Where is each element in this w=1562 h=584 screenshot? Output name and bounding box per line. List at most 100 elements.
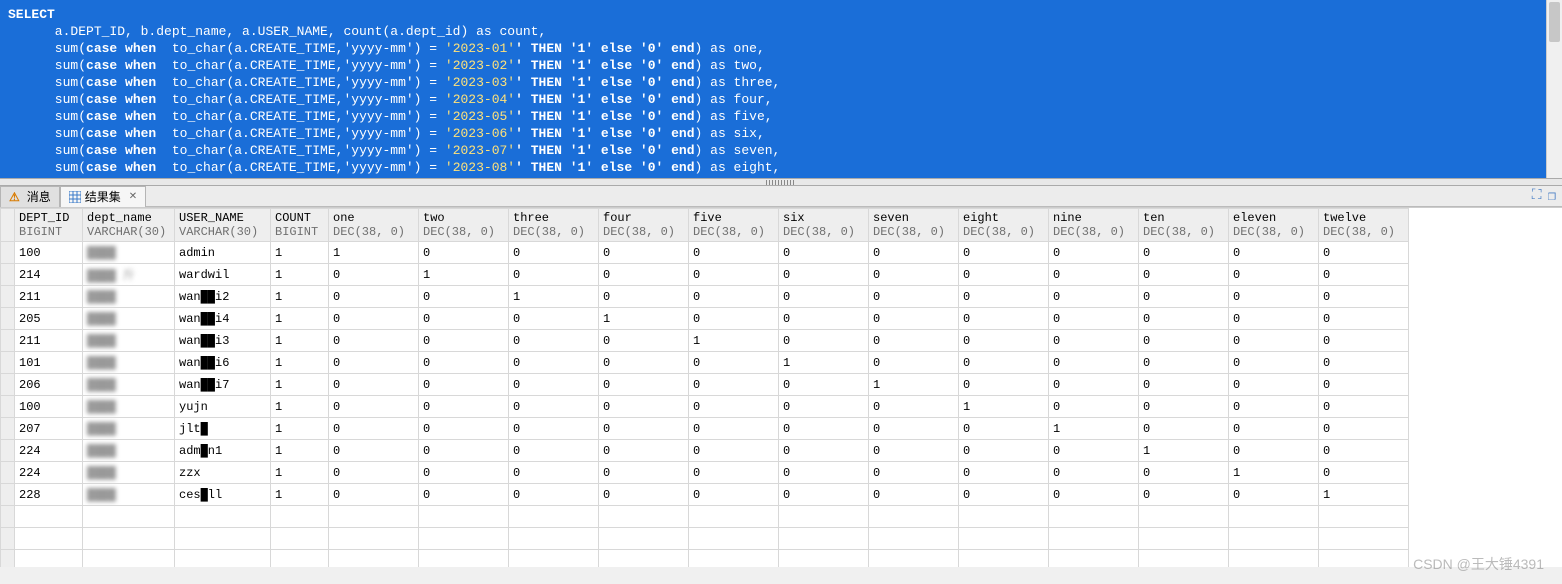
- cell-value[interactable]: 0: [689, 462, 779, 484]
- cell-user-name[interactable]: yujn: [175, 396, 271, 418]
- cell-value[interactable]: 0: [959, 440, 1049, 462]
- cell-dept-id[interactable]: 224: [15, 462, 83, 484]
- cell-value[interactable]: 0: [1319, 374, 1409, 396]
- row-gutter[interactable]: [1, 440, 15, 462]
- cell-value[interactable]: 0: [1049, 286, 1139, 308]
- cell-dept-name[interactable]: ████ 斤: [83, 264, 175, 286]
- cell-value[interactable]: 0: [1229, 308, 1319, 330]
- cell-value[interactable]: 0: [779, 418, 869, 440]
- cell-value[interactable]: 0: [599, 242, 689, 264]
- cell-count[interactable]: 1: [271, 264, 329, 286]
- cell-value[interactable]: 0: [1049, 440, 1139, 462]
- cell-value[interactable]: 0: [1319, 286, 1409, 308]
- cell-value[interactable]: 0: [1049, 352, 1139, 374]
- cell-count[interactable]: 1: [271, 352, 329, 374]
- cell-value[interactable]: 1: [1049, 418, 1139, 440]
- column-header[interactable]: oneDEC(38, 0): [329, 209, 419, 242]
- table-row[interactable]: 207████jlt█1000000001000: [1, 418, 1409, 440]
- cell-value[interactable]: 0: [329, 418, 419, 440]
- cell-value[interactable]: 0: [1139, 352, 1229, 374]
- cell-user-name[interactable]: wan██i3: [175, 330, 271, 352]
- cell-value[interactable]: 0: [1139, 462, 1229, 484]
- cell-user-name[interactable]: wan██i6: [175, 352, 271, 374]
- column-header[interactable]: sevenDEC(38, 0): [869, 209, 959, 242]
- close-icon[interactable]: ✕: [129, 191, 137, 202]
- cell-value[interactable]: 0: [599, 396, 689, 418]
- cell-value[interactable]: 0: [1049, 484, 1139, 506]
- cell-value[interactable]: 0: [599, 352, 689, 374]
- cell-count[interactable]: 1: [271, 308, 329, 330]
- row-gutter[interactable]: [1, 242, 15, 264]
- cell-value[interactable]: 0: [419, 242, 509, 264]
- maximize-icon[interactable]: ⛶: [1532, 188, 1542, 205]
- table-row[interactable]: 206████wan██i71000000100000: [1, 374, 1409, 396]
- cell-value[interactable]: 0: [1049, 374, 1139, 396]
- cell-value[interactable]: 0: [509, 264, 599, 286]
- cell-value[interactable]: 0: [509, 374, 599, 396]
- cell-value[interactable]: 0: [1049, 264, 1139, 286]
- column-header[interactable]: twelveDEC(38, 0): [1319, 209, 1409, 242]
- cell-value[interactable]: 0: [509, 440, 599, 462]
- cell-dept-id[interactable]: 206: [15, 374, 83, 396]
- cell-value[interactable]: 0: [329, 330, 419, 352]
- cell-value[interactable]: 0: [689, 418, 779, 440]
- cell-value[interactable]: 0: [869, 330, 959, 352]
- cell-user-name[interactable]: wan██i7: [175, 374, 271, 396]
- cell-value[interactable]: 0: [1139, 242, 1229, 264]
- column-header[interactable]: COUNTBIGINT: [271, 209, 329, 242]
- cell-value[interactable]: 0: [779, 286, 869, 308]
- scrollbar-vertical[interactable]: [1546, 0, 1562, 178]
- cell-value[interactable]: 0: [509, 242, 599, 264]
- cell-value[interactable]: 0: [1319, 462, 1409, 484]
- column-header[interactable]: USER_NAMEVARCHAR(30): [175, 209, 271, 242]
- cell-value[interactable]: 0: [329, 462, 419, 484]
- tab-messages[interactable]: ⚠ 消息: [0, 186, 60, 207]
- cell-dept-name[interactable]: ████: [83, 440, 175, 462]
- cell-value[interactable]: 0: [1319, 308, 1409, 330]
- cell-value[interactable]: 1: [689, 330, 779, 352]
- cell-value[interactable]: 0: [1229, 484, 1319, 506]
- cell-dept-id[interactable]: 101: [15, 352, 83, 374]
- table-row[interactable]: 224████adm█n11000000000100: [1, 440, 1409, 462]
- cell-value[interactable]: 1: [1229, 462, 1319, 484]
- cell-value[interactable]: 0: [1319, 396, 1409, 418]
- cell-value[interactable]: 0: [959, 286, 1049, 308]
- cell-value[interactable]: 0: [599, 286, 689, 308]
- splitter[interactable]: [0, 178, 1562, 186]
- cell-value[interactable]: 0: [1139, 484, 1229, 506]
- cell-value[interactable]: 0: [1229, 418, 1319, 440]
- tab-resultset[interactable]: 结果集 ✕: [60, 186, 146, 207]
- table-row[interactable]: 100████admin1100000000000: [1, 242, 1409, 264]
- cell-value[interactable]: 0: [599, 330, 689, 352]
- cell-value[interactable]: 0: [599, 462, 689, 484]
- cell-value[interactable]: 0: [419, 396, 509, 418]
- cell-value[interactable]: 0: [509, 418, 599, 440]
- cell-value[interactable]: 0: [869, 418, 959, 440]
- cell-value[interactable]: 0: [869, 440, 959, 462]
- row-gutter[interactable]: [1, 396, 15, 418]
- cell-value[interactable]: 0: [1139, 286, 1229, 308]
- cell-dept-name[interactable]: ████: [83, 242, 175, 264]
- column-header[interactable]: eightDEC(38, 0): [959, 209, 1049, 242]
- cell-value[interactable]: 0: [959, 308, 1049, 330]
- cell-value[interactable]: 0: [599, 440, 689, 462]
- cell-value[interactable]: 0: [1229, 396, 1319, 418]
- cell-value[interactable]: 0: [779, 242, 869, 264]
- cell-value[interactable]: 0: [959, 264, 1049, 286]
- cell-dept-id[interactable]: 207: [15, 418, 83, 440]
- cell-value[interactable]: 0: [689, 308, 779, 330]
- cell-count[interactable]: 1: [271, 396, 329, 418]
- cell-count[interactable]: 1: [271, 418, 329, 440]
- cell-count[interactable]: 1: [271, 330, 329, 352]
- cell-value[interactable]: 0: [509, 308, 599, 330]
- cell-value[interactable]: 0: [689, 484, 779, 506]
- cell-count[interactable]: 1: [271, 484, 329, 506]
- table-row[interactable]: 224████zzx1000000000010: [1, 462, 1409, 484]
- cell-value[interactable]: 0: [959, 242, 1049, 264]
- cell-dept-name[interactable]: ████: [83, 286, 175, 308]
- column-header[interactable]: DEPT_IDBIGINT: [15, 209, 83, 242]
- cell-value[interactable]: 1: [599, 308, 689, 330]
- cell-value[interactable]: 0: [329, 374, 419, 396]
- cell-value[interactable]: 0: [419, 418, 509, 440]
- cell-count[interactable]: 1: [271, 286, 329, 308]
